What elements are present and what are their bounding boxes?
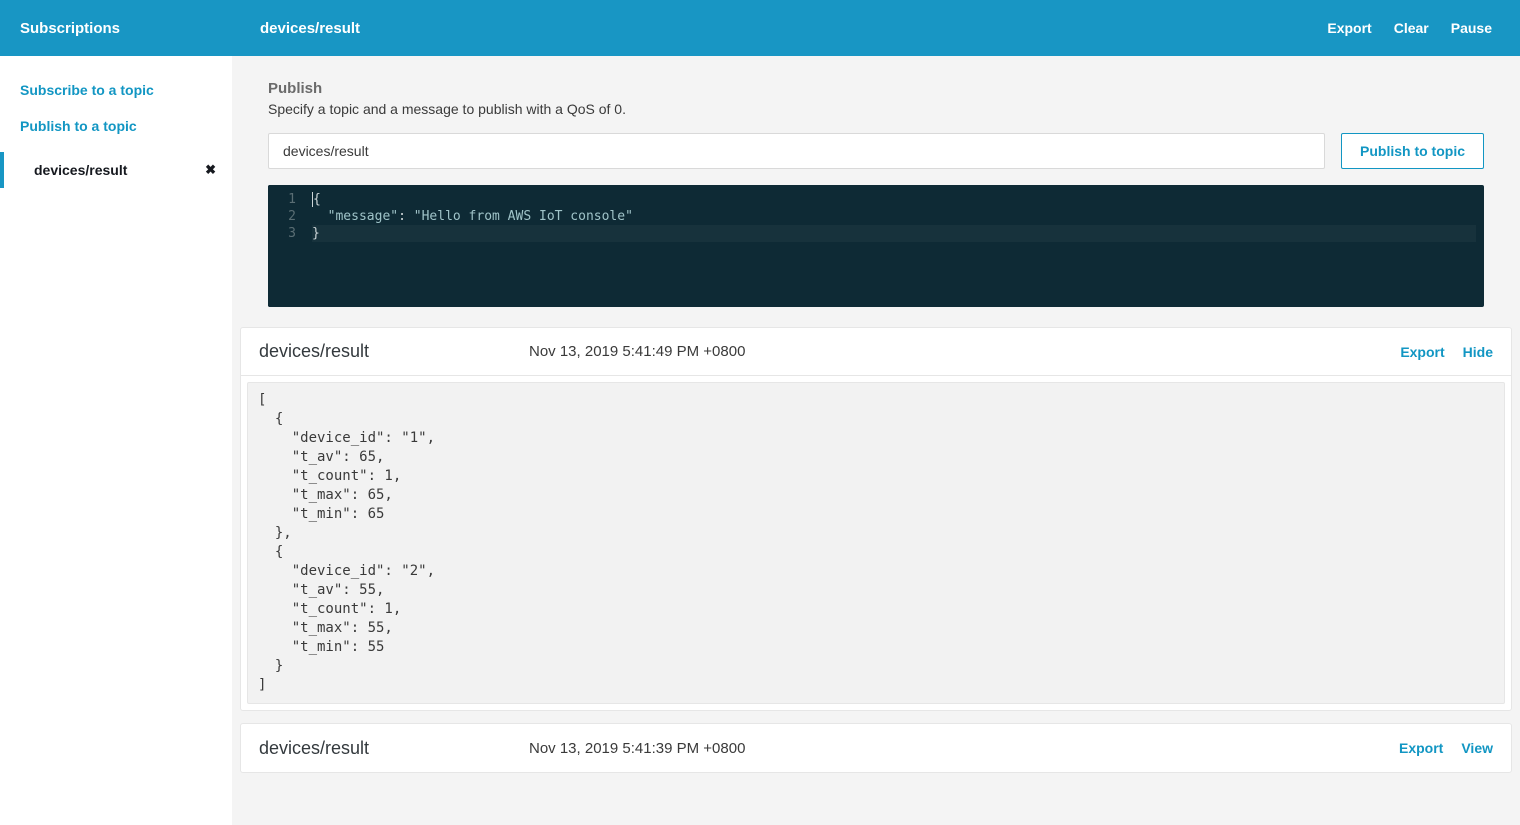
message-list: devices/result Nov 13, 2019 5:41:49 PM +… <box>232 327 1520 797</box>
subscribe-link[interactable]: Subscribe to a topic <box>0 72 232 108</box>
editor-gutter: 123 <box>268 185 304 307</box>
message-editor[interactable]: 123 { "message": "Hello from AWS IoT con… <box>268 185 1484 307</box>
topic-input[interactable] <box>268 133 1325 169</box>
message-toggle-button[interactable]: Hide <box>1463 344 1493 360</box>
sidebar-item-label: devices/result <box>34 162 127 178</box>
message-time: Nov 13, 2019 5:41:39 PM +0800 <box>529 740 1399 757</box>
header-clear-button[interactable]: Clear <box>1394 20 1429 36</box>
sidebar: Subscriptions Subscribe to a topic Publi… <box>0 0 232 825</box>
page-title: devices/result <box>260 20 360 37</box>
message-time: Nov 13, 2019 5:41:49 PM +0800 <box>529 343 1400 360</box>
message-topic: devices/result <box>259 341 529 362</box>
message-item: devices/result Nov 13, 2019 5:41:39 PM +… <box>240 723 1512 773</box>
message-export-button[interactable]: Export <box>1400 344 1444 360</box>
message-body: [ { "device_id": "1", "t_av": 65, "t_cou… <box>247 382 1505 704</box>
message-export-button[interactable]: Export <box>1399 740 1443 756</box>
message-item: devices/result Nov 13, 2019 5:41:49 PM +… <box>240 327 1512 711</box>
close-icon[interactable]: ✖ <box>205 162 216 178</box>
publish-section: Publish Specify a topic and a message to… <box>232 56 1520 327</box>
header-export-button[interactable]: Export <box>1327 20 1371 36</box>
main-header: devices/result Export Clear Pause <box>232 0 1520 56</box>
header-pause-button[interactable]: Pause <box>1451 20 1492 36</box>
sidebar-item-topic[interactable]: devices/result ✖ <box>0 152 232 188</box>
sidebar-header: Subscriptions <box>0 0 232 56</box>
publish-label: Publish <box>268 80 1484 97</box>
message-topic: devices/result <box>259 738 529 759</box>
publish-button[interactable]: Publish to topic <box>1341 133 1484 169</box>
publish-link[interactable]: Publish to a topic <box>0 108 232 144</box>
publish-desc: Specify a topic and a message to publish… <box>268 101 1484 117</box>
message-toggle-button[interactable]: View <box>1461 740 1493 756</box>
sidebar-title: Subscriptions <box>20 20 120 37</box>
